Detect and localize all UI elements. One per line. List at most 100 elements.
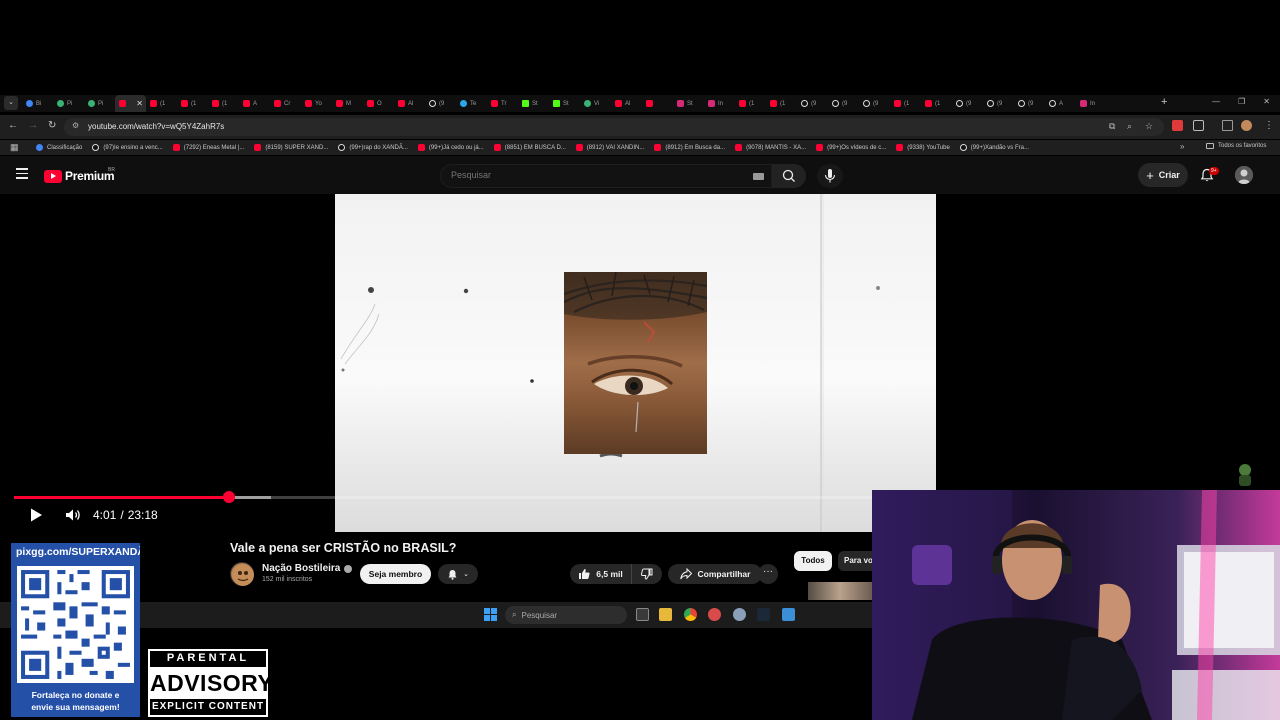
- browser-tab[interactable]: A: [239, 95, 270, 112]
- browser-tab[interactable]: Al: [394, 95, 425, 112]
- browser-menu-icon[interactable]: ⋮: [1264, 120, 1274, 131]
- bookmark-item[interactable]: (8912) Em Busca da...: [654, 144, 725, 151]
- channel-avatar[interactable]: [230, 562, 254, 586]
- browser-tab[interactable]: (1: [208, 95, 239, 112]
- browser-tab[interactable]: (1: [177, 95, 208, 112]
- all-bookmarks-button[interactable]: Todos os favoritos: [1206, 143, 1266, 149]
- join-button[interactable]: Seja membro: [360, 564, 431, 584]
- chrome-taskbar-icon[interactable]: [684, 608, 697, 621]
- url-text[interactable]: youtube.com/watch?v=wQ5Y4ZahR7s: [88, 122, 224, 131]
- settings-taskbar-icon[interactable]: [733, 608, 746, 621]
- browser-tab[interactable]: ✕: [115, 95, 146, 112]
- bookmark-item[interactable]: Classificação: [36, 144, 82, 151]
- windows-start-icon[interactable]: [484, 608, 497, 621]
- channel-name[interactable]: Nação Bostileira: [262, 563, 353, 574]
- bookmark-item[interactable]: (8912) VAI XANDIN...: [575, 144, 644, 151]
- browser-tab[interactable]: (1: [735, 95, 766, 112]
- back-icon[interactable]: ←: [8, 120, 18, 131]
- reload-icon[interactable]: ↻: [48, 120, 56, 131]
- browser-tab[interactable]: Bi: [22, 95, 53, 112]
- browser-tab[interactable]: In: [1076, 95, 1107, 112]
- video-frame[interactable]: [335, 194, 936, 532]
- browser-tab[interactable]: (1: [890, 95, 921, 112]
- browser-tab[interactable]: (9: [425, 95, 456, 112]
- subscription-bell-button[interactable]: ⌄: [438, 564, 478, 584]
- volume-icon[interactable]: [64, 507, 82, 523]
- video-player[interactable]: 4:01/23:18: [0, 194, 1280, 534]
- steam-taskbar-icon[interactable]: [757, 608, 770, 621]
- tab-close-icon[interactable]: ✕: [136, 99, 143, 108]
- bookmark-item[interactable]: (99+)Os vídeos de c...: [816, 144, 886, 151]
- bookmark-item[interactable]: (97)Ie ensino a venc...: [92, 144, 163, 151]
- browser-tab[interactable]: Pi: [53, 95, 84, 112]
- browser-tab[interactable]: Vi: [580, 95, 611, 112]
- more-actions-button[interactable]: ···: [758, 564, 778, 584]
- browser-tab[interactable]: Pi: [84, 95, 115, 112]
- youtube-logo[interactable]: Premium: [44, 169, 115, 183]
- browser-tab[interactable]: (1: [766, 95, 797, 112]
- browser-tab[interactable]: (1: [921, 95, 952, 112]
- browser-tab[interactable]: St: [673, 95, 704, 112]
- bookmark-item[interactable]: (9078) MANTIS - XA...: [735, 144, 806, 151]
- account-avatar[interactable]: [1235, 166, 1253, 184]
- bookmark-star-icon[interactable]: ☆: [1145, 121, 1153, 132]
- app-taskbar-icon[interactable]: [708, 608, 721, 621]
- browser-tab[interactable]: (1: [146, 95, 177, 112]
- browser-tab[interactable]: (9: [797, 95, 828, 112]
- like-button[interactable]: 6,5 mil: [570, 564, 632, 584]
- voice-search-button[interactable]: [817, 164, 843, 188]
- new-tab-button[interactable]: +: [1161, 96, 1167, 108]
- browser-tab[interactable]: St: [518, 95, 549, 112]
- progress-scrubber-handle[interactable]: [223, 491, 236, 503]
- extension-icon[interactable]: [1172, 120, 1183, 131]
- bookmarks-overflow-icon[interactable]: »: [1180, 142, 1184, 151]
- task-view-icon[interactable]: [636, 608, 649, 621]
- file-explorer-icon[interactable]: [659, 608, 672, 621]
- browser-tab[interactable]: Te: [456, 95, 487, 112]
- bookmark-item[interactable]: (9338) YouTube: [896, 144, 950, 151]
- media-controls-icon[interactable]: [1222, 120, 1233, 131]
- browser-tab[interactable]: Yo: [301, 95, 332, 112]
- bookmark-item[interactable]: (7292) Eneas Metal |...: [172, 144, 244, 151]
- restore-icon[interactable]: ❐: [1238, 97, 1245, 106]
- browser-tab[interactable]: O: [363, 95, 394, 112]
- hamburger-menu-icon[interactable]: [16, 168, 28, 182]
- browser-tab[interactable]: Cr: [270, 95, 301, 112]
- browser-tab[interactable]: A: [1045, 95, 1076, 112]
- tab-search-button[interactable]: ⌄: [4, 96, 18, 110]
- bookmark-item[interactable]: (99+)rap do XANDÃ...: [338, 144, 408, 151]
- profile-avatar-icon[interactable]: [1241, 120, 1252, 131]
- play-icon[interactable]: [28, 507, 44, 523]
- browser-tab[interactable]: (9: [828, 95, 859, 112]
- search-input[interactable]: [451, 170, 731, 180]
- browser-tab[interactable]: (9: [1014, 95, 1045, 112]
- bookmark-item[interactable]: (99+)Xandão vs Fra...: [959, 144, 1029, 151]
- suggested-video-thumbnail[interactable]: [808, 582, 872, 600]
- bookmark-item[interactable]: (8159) SUPER XAND...: [254, 144, 328, 151]
- browser-tab[interactable]: Tr: [487, 95, 518, 112]
- keyboard-icon[interactable]: [753, 173, 764, 180]
- dislike-button[interactable]: [632, 564, 662, 584]
- extensions-puzzle-icon[interactable]: [1193, 120, 1204, 131]
- bookmark-item[interactable]: (99+)Já cedo ou já...: [417, 144, 484, 151]
- browser-tab[interactable]: In: [704, 95, 735, 112]
- chip-all[interactable]: Todos: [794, 551, 832, 571]
- install-app-icon[interactable]: ⧉: [1109, 121, 1115, 132]
- app2-taskbar-icon[interactable]: [782, 608, 795, 621]
- browser-tab[interactable]: (9: [983, 95, 1014, 112]
- browser-tab[interactable]: M: [332, 95, 363, 112]
- apps-grid-icon[interactable]: ▦: [10, 142, 19, 153]
- browser-tab[interactable]: St: [549, 95, 580, 112]
- forward-icon[interactable]: →: [28, 120, 38, 131]
- address-bar[interactable]: ⚙ youtube.com/watch?v=wQ5Y4ZahR7s ⧉ ⌕ ☆: [64, 118, 1164, 136]
- browser-tab[interactable]: (9: [859, 95, 890, 112]
- site-info-icon[interactable]: ⚙: [72, 121, 79, 130]
- close-window-icon[interactable]: ✕: [1263, 97, 1270, 106]
- bookmark-item[interactable]: (8851) EM BUSCA D...: [493, 144, 566, 151]
- zoom-icon[interactable]: ⌕: [1127, 121, 1132, 132]
- search-button[interactable]: [772, 164, 806, 188]
- browser-tab[interactable]: [642, 95, 673, 112]
- browser-tab[interactable]: Al: [611, 95, 642, 112]
- share-button[interactable]: Compartilhar: [668, 564, 762, 584]
- taskbar-search[interactable]: ⌕ Pesquisar: [505, 606, 627, 624]
